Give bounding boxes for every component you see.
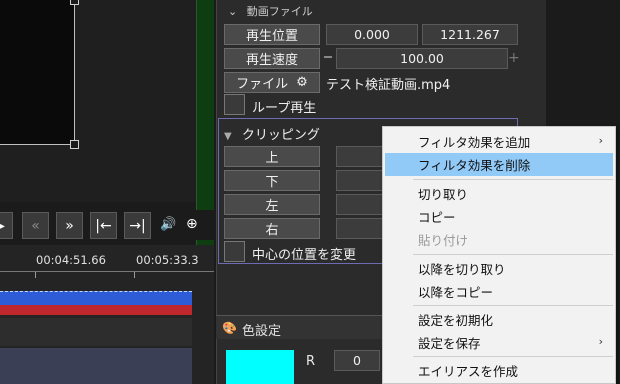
color-swatch[interactable] xyxy=(226,350,294,384)
skip-start-icon: |← xyxy=(95,217,112,234)
r-value[interactable]: 0 xyxy=(334,350,380,371)
video-preview xyxy=(0,0,75,145)
file-name: テスト検証動画.mp4 xyxy=(326,78,451,93)
timeline-layer-selected[interactable] xyxy=(0,348,192,384)
menu-item-cut[interactable]: 切り取り xyxy=(385,182,613,205)
menu-item-add-filter[interactable]: フィルタ効果を追加 › xyxy=(385,130,613,153)
loop-checkbox[interactable] xyxy=(224,94,245,115)
rewind-button[interactable]: « xyxy=(22,212,49,239)
context-menu: フィルタ効果を追加 › フィルタ効果を削除 切り取り コピー 貼り付け 以降を切… xyxy=(382,126,616,384)
clip-left-slider[interactable] xyxy=(336,194,386,215)
clip-red-track[interactable] xyxy=(0,305,192,315)
menu-separator xyxy=(413,356,613,357)
timecode-1: 00:04:51.66 xyxy=(36,253,106,267)
chevron-right-icon: › xyxy=(598,134,603,147)
resize-handle[interactable] xyxy=(70,140,79,149)
fast-forward-button[interactable]: » xyxy=(56,212,83,239)
volume-icon[interactable]: 🔊 xyxy=(160,217,176,232)
menu-item-cut-after[interactable]: 以降を切り取り xyxy=(385,257,613,280)
go-start-button[interactable]: |← xyxy=(90,212,117,239)
zoom-icon[interactable]: ⊕ xyxy=(186,216,198,232)
media-section-header[interactable]: ⌄ 動画ファイル xyxy=(228,3,313,19)
gear-icon: ⚙ xyxy=(296,75,308,90)
chevron-right-icon: › xyxy=(598,335,603,348)
position-value[interactable]: 0.000 xyxy=(326,24,418,45)
clip-top-button[interactable]: 上 xyxy=(224,146,320,167)
center-position-checkbox[interactable] xyxy=(224,241,245,262)
menu-item-remove-filter[interactable]: フィルタ効果を削除 xyxy=(385,153,613,176)
menu-item-paste[interactable]: 貼り付け xyxy=(385,228,613,251)
clip-left-button[interactable]: 左 xyxy=(224,194,320,215)
clip-top-slider[interactable] xyxy=(336,146,386,167)
clip-bottom-button[interactable]: 下 xyxy=(224,170,320,191)
menu-item-create-alias[interactable]: エイリアスを作成 xyxy=(385,359,613,382)
skip-end-icon: →| xyxy=(129,217,146,234)
menu-item-save-settings[interactable]: 設定を保存 › xyxy=(385,331,613,354)
timecode-2: 00:05:33.3 xyxy=(136,253,199,267)
double-chevron-right-icon: » xyxy=(65,217,74,234)
clip-right-button[interactable]: 右 xyxy=(224,218,320,239)
menu-separator xyxy=(413,179,613,180)
double-chevron-left-icon: « xyxy=(31,217,40,234)
minus-icon[interactable] xyxy=(324,56,332,58)
file-button[interactable]: ファイル ⚙ xyxy=(224,72,320,93)
speed-slider[interactable]: 100.00 xyxy=(336,48,508,69)
transport-bar: ▶ « » |← →| 🔊 ⊕ xyxy=(0,210,214,240)
go-end-button[interactable]: →| xyxy=(124,212,151,239)
menu-separator xyxy=(413,254,613,255)
loop-label: ループ再生 xyxy=(252,101,317,116)
color-wheel-icon: 🎨 xyxy=(222,321,237,335)
speed-button[interactable]: 再生速度 xyxy=(224,48,320,69)
play-icon: ▶ xyxy=(0,218,5,234)
timeline-ruler xyxy=(0,271,214,279)
timeline-labels: 00:04:51.66 00:05:33.3 xyxy=(0,253,214,271)
menu-separator xyxy=(413,305,613,306)
timeline-layer[interactable] xyxy=(0,318,192,346)
center-position-label: 中心の位置を変更 xyxy=(252,248,357,263)
plus-icon[interactable]: + xyxy=(508,50,520,66)
menu-item-copy-after[interactable]: 以降をコピー xyxy=(385,280,613,303)
menu-item-reset-settings[interactable]: 設定を初期化 xyxy=(385,308,613,331)
audio-waveform-track[interactable] xyxy=(0,291,192,305)
collapse-triangle-icon: ▼ xyxy=(224,131,232,142)
clip-right-slider[interactable] xyxy=(336,218,386,239)
position-button[interactable]: 再生位置 xyxy=(224,24,320,45)
r-label: R xyxy=(306,354,316,369)
position-end-value[interactable]: 1211.267 xyxy=(422,24,518,45)
menu-item-copy[interactable]: コピー xyxy=(385,205,613,228)
clip-bottom-slider[interactable] xyxy=(336,170,386,191)
collapse-icon: ⌄ xyxy=(228,5,238,18)
play-button[interactable]: ▶ xyxy=(0,212,13,239)
clipping-header[interactable]: ▼ クリッピング xyxy=(224,124,320,143)
resize-handle-top[interactable] xyxy=(70,0,79,5)
